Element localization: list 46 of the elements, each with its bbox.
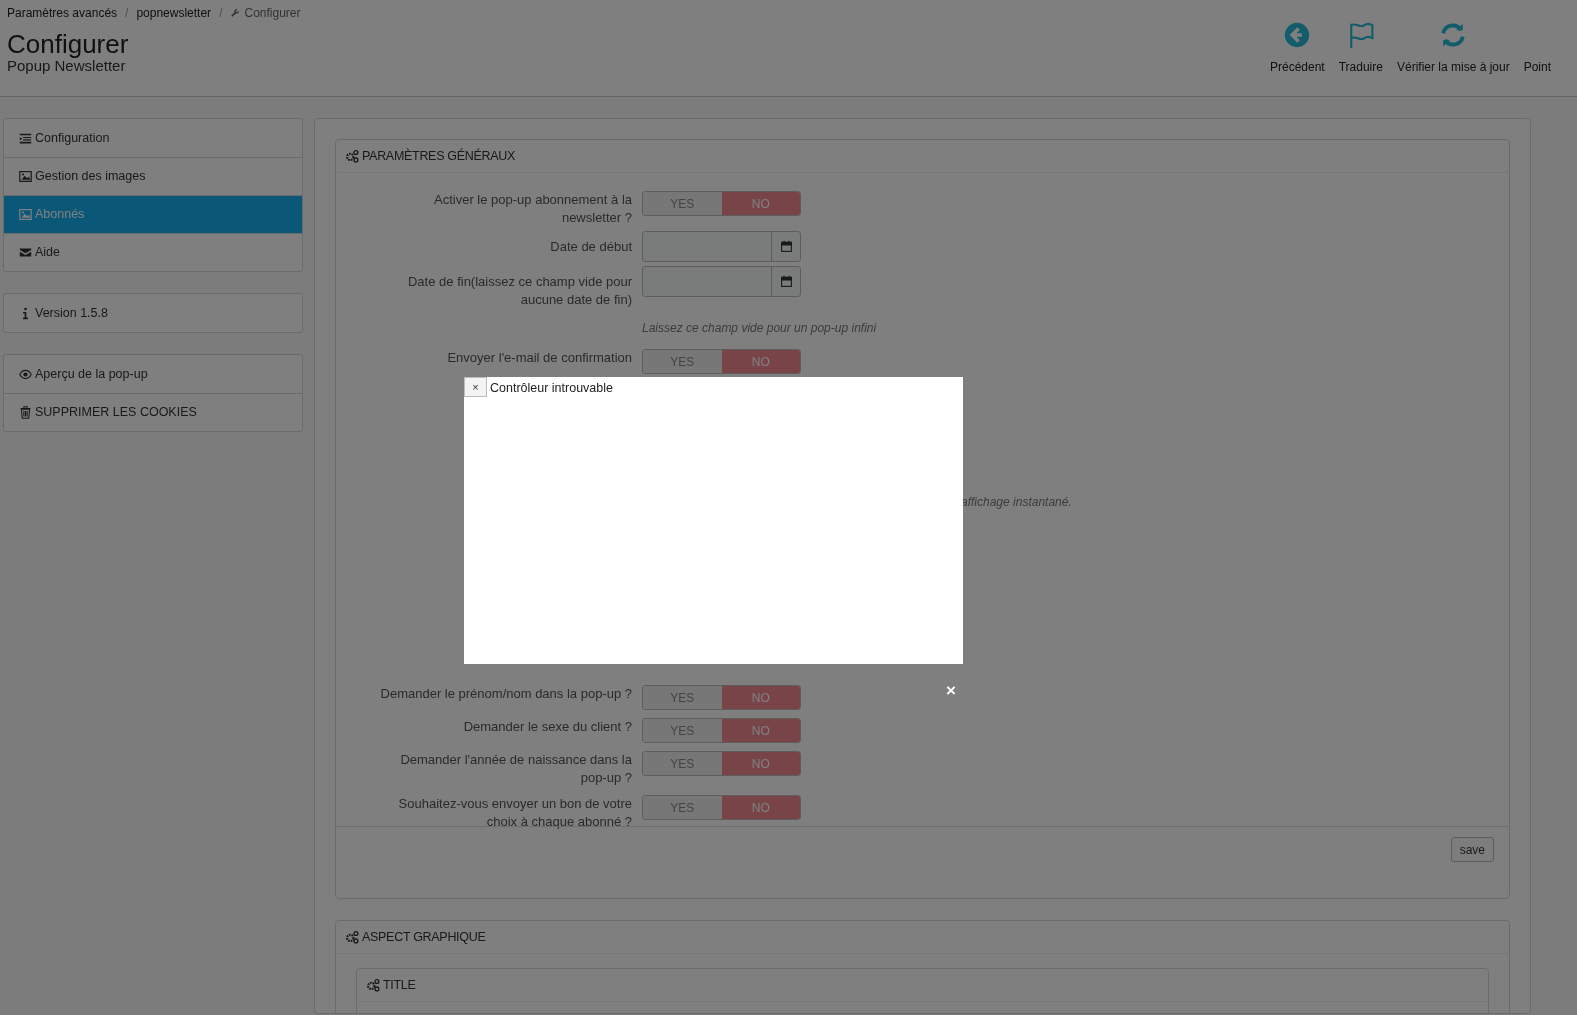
close-button[interactable]: ×	[464, 377, 487, 397]
modal-title: Contrôleur introuvable	[490, 380, 613, 397]
field-label: Demander le sexe du client ?	[463, 719, 632, 734]
trash-icon	[19, 406, 32, 419]
sidebar-item[interactable]: Aide	[4, 233, 302, 271]
sidebar-item[interactable]: Version 1.5.8	[4, 294, 302, 332]
help-text: affichage instantané.	[961, 494, 1072, 511]
breadcrumb-link[interactable]: popnewsletter	[136, 4, 212, 22]
page-subtitle: Popup Newsletter	[7, 58, 126, 74]
field-label: Activer le pop-up abonnement à la newsletter ?	[434, 192, 632, 225]
image-icon	[19, 208, 32, 221]
field-label: Demander le prénom/nom dans la pop-up ?	[380, 686, 632, 701]
breadcrumb-item[interactable]: Configurer	[244, 4, 301, 22]
panel-title: PARAMÈTRES GÉNÉRAUX	[362, 147, 516, 165]
panel-title: ASPECT GRAPHIQUE	[362, 928, 486, 946]
wrench-icon	[230, 8, 241, 18]
breadcrumb-separator: /	[219, 5, 223, 22]
save-button[interactable]: save	[1450, 837, 1494, 862]
subpanel-title: TITLE	[383, 976, 416, 994]
help-text: Laissez ce champ vide pour un pop-up infini	[642, 321, 877, 335]
image-icon	[19, 170, 32, 183]
toolbar-button[interactable]: Vérifier la mise à jour	[1396, 22, 1510, 76]
calendar-icon	[779, 275, 793, 288]
refresh-icon	[1440, 22, 1467, 48]
eye-icon	[19, 367, 32, 381]
sidebar-item[interactable]: Configuration	[4, 119, 302, 157]
field-label: Date de fin(laissez ce champ vide pour aucune date de fin)	[408, 274, 632, 307]
field-label: Demander l'année de naissance dans la pop-up ?	[400, 752, 632, 785]
toolbar-button[interactable]: Traduire	[1338, 22, 1383, 76]
toolbar-button[interactable]: Précédent	[1270, 22, 1325, 76]
close-button[interactable]: ×	[946, 682, 956, 699]
sidebar-item[interactable]: SUPPRIMER LES COOKIES	[4, 393, 302, 431]
date-field[interactable]	[642, 231, 801, 262]
calendar-icon	[779, 240, 793, 253]
breadcrumb-separator: /	[125, 5, 129, 22]
toolbar-button[interactable]: Point	[1523, 22, 1552, 76]
field-label: Souhaitez-vous envoyer un bon de votre choix à chaque abonné ?	[398, 796, 632, 829]
sidebar-item[interactable]: Aperçu de la pop-up	[4, 355, 302, 393]
breadcrumb-link[interactable]: Paramètres avancés	[7, 4, 118, 22]
list-icon	[19, 131, 32, 145]
flag-icon	[1347, 22, 1374, 48]
page-title: Configurer	[7, 30, 129, 58]
field-label: Envoyer l'e-mail de confirmation	[447, 350, 632, 365]
date-field[interactable]	[642, 266, 801, 297]
field-label: Date de début	[550, 239, 632, 254]
envelope-icon	[19, 246, 32, 259]
